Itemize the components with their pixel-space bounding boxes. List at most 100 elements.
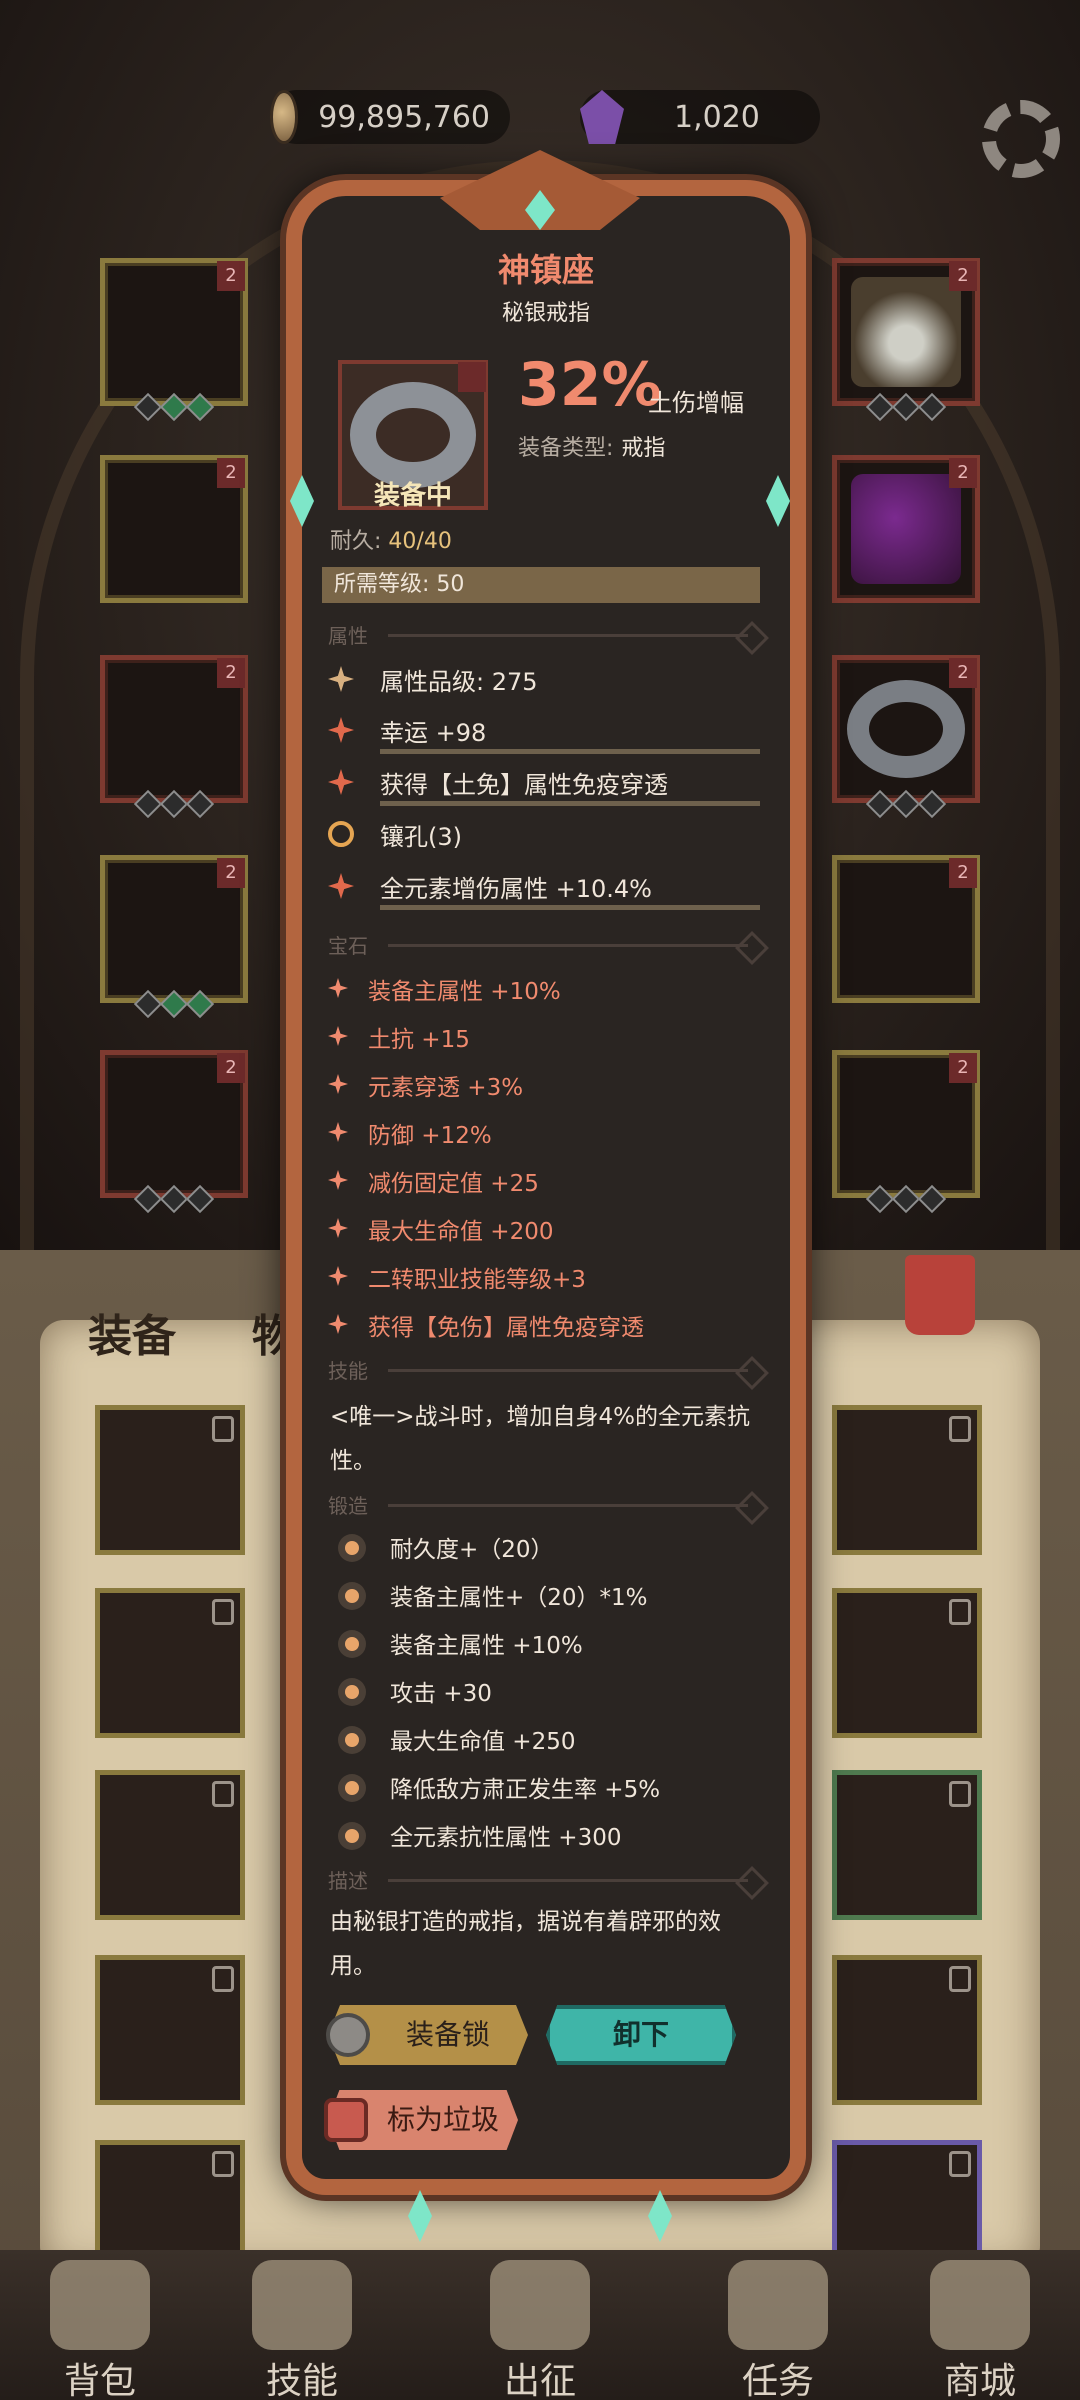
attribute-underline (380, 801, 760, 806)
socket-row (837, 789, 975, 819)
durability-label: 耐久: (330, 529, 382, 554)
coin-counter: 99,895,760 (270, 90, 510, 144)
nav-expedition[interactable]: 出征 (470, 2250, 610, 2400)
forge-stat-row: 装备主属性 +10% (338, 1624, 764, 1672)
unequip-button[interactable]: 卸下 (546, 2005, 736, 2065)
inventory-slot[interactable] (832, 1588, 982, 1738)
inventory-slot[interactable] (95, 1770, 245, 1920)
padlock-icon (326, 2013, 370, 2057)
nav-skills[interactable]: 技能 (232, 2250, 372, 2400)
attribute-row: 获得【土免】属性免疫穿透 (328, 763, 764, 809)
item-type-label: 装备类型: (518, 436, 614, 461)
star-icon (328, 1266, 348, 1286)
attribute-text: 镶孔(3) (380, 823, 462, 851)
attribute-text: 属性品级: 275 (380, 668, 538, 696)
equip-slot-left-1[interactable]: 2 (100, 258, 248, 422)
gem-stat-row: 土抗 +15 (328, 1018, 764, 1066)
shop-crown-icon (930, 2260, 1030, 2350)
swirl-icon (328, 821, 354, 847)
lock-icon (212, 1781, 234, 1807)
star-icon (328, 1026, 348, 1046)
lock-icon (949, 2151, 971, 2177)
nav-label: 背包 (63, 2361, 136, 2400)
forge-stat-text: 攻击 +30 (390, 1681, 492, 1707)
forge-stat-row: 攻击 +30 (338, 1672, 764, 1720)
item-level-badge (458, 362, 486, 392)
socket-row (105, 392, 243, 422)
bullet-icon (338, 1726, 366, 1754)
tab-equipment[interactable]: 装备 (88, 1300, 176, 1364)
nav-quests[interactable]: 任务 (708, 2250, 848, 2400)
quest-scroll-icon (728, 2260, 828, 2350)
equip-slot-right-3[interactable]: 2 (832, 655, 980, 819)
sparkle-icon (328, 769, 354, 795)
nav-label: 任务 (741, 2361, 814, 2400)
lock-icon (949, 1781, 971, 1807)
lock-icon (212, 1416, 234, 1442)
equip-slot-right-5[interactable]: 2 (832, 1050, 980, 1214)
equip-slot-right-1[interactable]: 2 (832, 258, 980, 422)
slot-level-badge: 2 (949, 1053, 977, 1083)
attribute-text: 全元素增伤属性 +10.4% (380, 875, 652, 903)
inventory-slot[interactable] (95, 1405, 245, 1555)
coin-icon (270, 90, 299, 144)
gem-stat-row: 最大生命值 +200 (328, 1210, 764, 1258)
gauntlet-item-icon (851, 474, 961, 584)
inventory-slot[interactable] (95, 1588, 245, 1738)
forge-stat-row: 降低敌方肃正发生率 +5% (338, 1768, 764, 1816)
star-icon (328, 978, 348, 998)
gem-stat-text: 减伤固定值 +25 (368, 1171, 539, 1197)
inventory-slot[interactable] (832, 1405, 982, 1555)
slot-level-badge: 2 (949, 458, 977, 488)
equip-slot-right-2[interactable]: 2 (832, 455, 980, 603)
equip-slot-right-4[interactable]: 2 (832, 855, 980, 1003)
forge-stat-text: 降低敌方肃正发生率 +5% (390, 1777, 661, 1803)
sparkle-icon (328, 717, 354, 743)
quality-emblem-icon (328, 666, 354, 692)
section-description: 描述 (328, 1865, 764, 1895)
star-icon (328, 1074, 348, 1094)
gem-counter: 1,020 (580, 90, 820, 144)
slot-level-badge: 2 (217, 458, 245, 488)
gem-stat-text: 装备主属性 +10% (368, 979, 561, 1005)
section-skills: 技能 (328, 1355, 764, 1385)
inventory-slot[interactable] (832, 1955, 982, 2105)
forge-stat-row: 装备主属性+（20）*1% (338, 1576, 764, 1624)
item-detail-body[interactable]: 神镇座 秘银戒指 装备中 32% 土伤增幅 装备类型: 戒指 耐久: 40/40 … (318, 245, 774, 2180)
gear-icon[interactable] (982, 100, 1060, 178)
equip-slot-left-4[interactable]: 2 (100, 855, 248, 1019)
forge-stat-text: 耐久度+（20） (390, 1537, 554, 1563)
socket-row (105, 989, 243, 1019)
inventory-slot[interactable] (95, 1955, 245, 2105)
inventory-slot[interactable] (832, 1770, 982, 1920)
gem-value: 1,020 (674, 99, 760, 135)
bullet-icon (338, 1774, 366, 1802)
socket-row (105, 789, 243, 819)
nav-backpack[interactable]: 背包 (30, 2250, 170, 2400)
gem-stat-text: 土抗 +15 (368, 1027, 470, 1053)
gem-stat-row: 获得【免伤】属性免疫穿透 (328, 1306, 764, 1354)
section-forge: 锻造 (328, 1490, 764, 1520)
forge-stat-text: 装备主属性+（20）*1% (390, 1585, 648, 1611)
slot-level-badge: 2 (217, 1053, 245, 1083)
attribute-row: 全元素增伤属性 +10.4% (328, 867, 764, 913)
ring-item-icon (847, 680, 965, 778)
sparkle-icon (328, 873, 354, 899)
gem-stat-text: 二转职业技能等级+3 (368, 1267, 586, 1293)
equip-slot-left-5[interactable]: 2 (100, 1050, 248, 1214)
coin-value: 99,895,760 (318, 99, 490, 135)
lock-icon (212, 1966, 234, 1992)
forge-stat-text: 最大生命值 +250 (390, 1729, 576, 1755)
forge-stat-row: 最大生命值 +250 (338, 1720, 764, 1768)
nav-shop[interactable]: 商城 (910, 2250, 1050, 2400)
star-icon (328, 1122, 348, 1142)
item-subtype: 秘银戒指 (501, 301, 590, 326)
main-stat-percent: 32% (518, 350, 662, 420)
trash-bin-icon[interactable] (905, 1255, 975, 1335)
lock-icon (212, 1599, 234, 1625)
equip-slot-left-3[interactable]: 2 (100, 655, 248, 819)
item-description: 由秘银打造的戒指，据说有着辟邪的效用。 (330, 1909, 721, 1979)
socket-row (837, 392, 975, 422)
equip-slot-left-2[interactable]: 2 (100, 455, 248, 603)
equipped-tag: 装备中 (373, 481, 452, 511)
